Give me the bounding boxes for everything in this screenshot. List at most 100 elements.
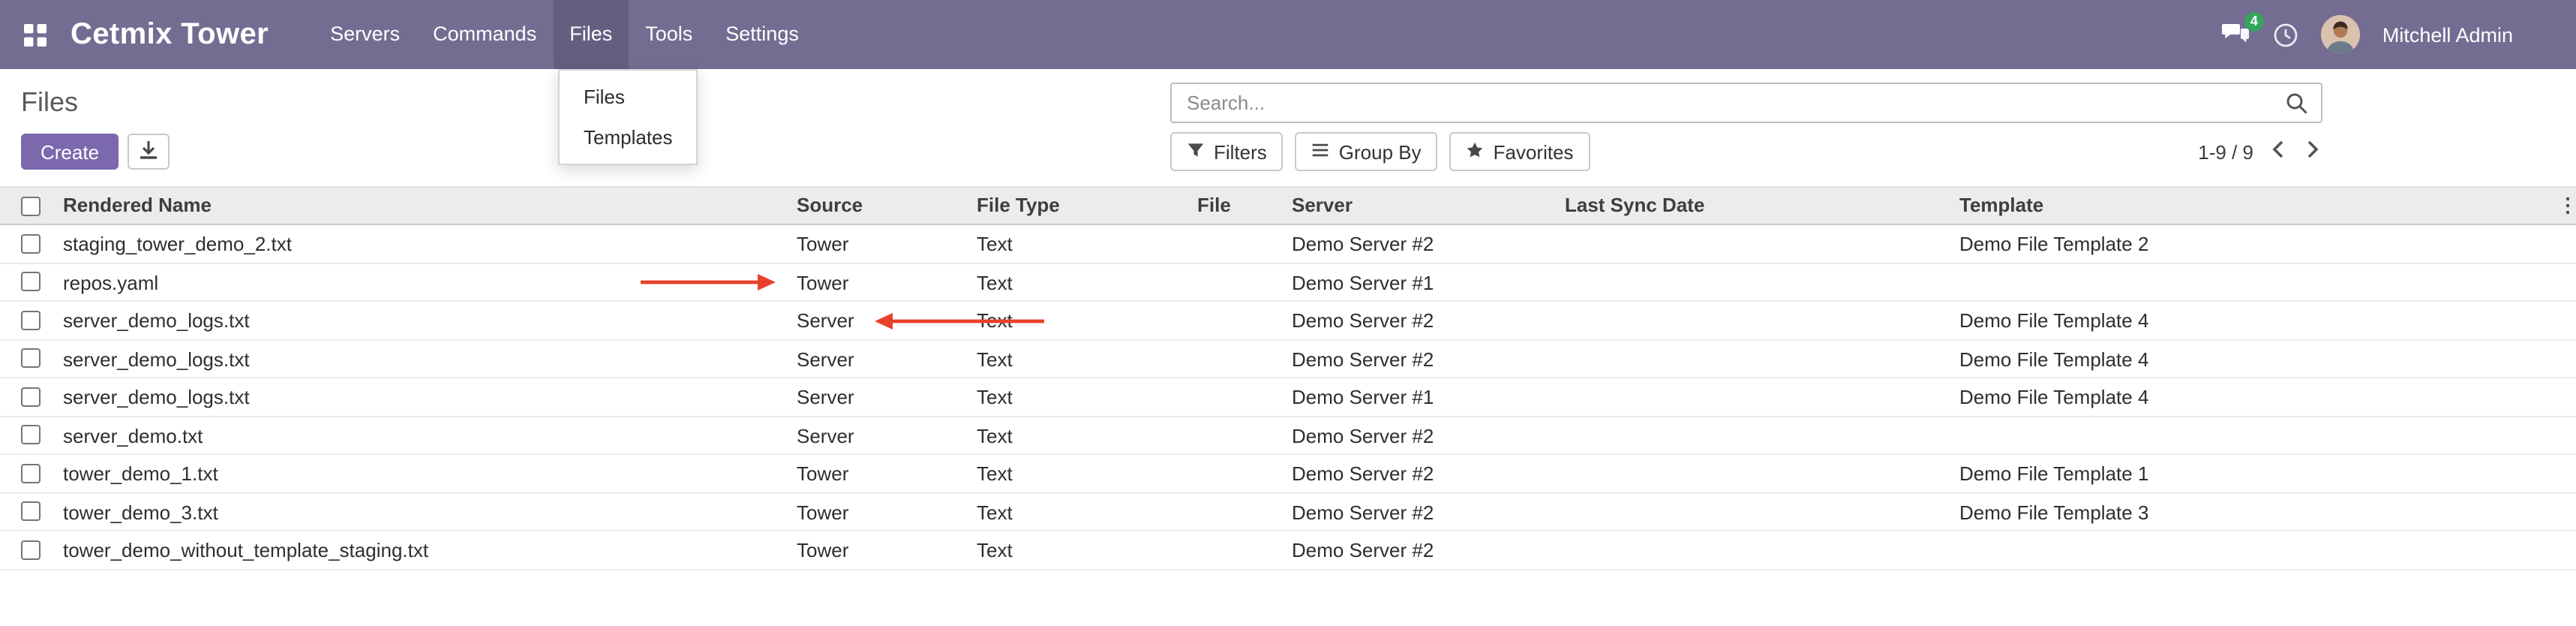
cell-last-sync-date [1559, 225, 1953, 262]
cell-source: Server [791, 302, 971, 339]
cell-file [1191, 531, 1286, 568]
menu-servers[interactable]: Servers [314, 0, 416, 69]
table-row[interactable]: tower_demo_1.txtTowerTextDemo Server #2D… [0, 455, 2576, 493]
download-icon [138, 139, 159, 164]
row-checkbox[interactable] [21, 272, 41, 292]
messages-badge: 4 [2244, 12, 2264, 32]
cell-source: Tower [791, 225, 971, 262]
row-checkbox[interactable] [21, 426, 41, 445]
brand-title[interactable]: Cetmix Tower [71, 17, 269, 52]
menu-files[interactable]: Files [553, 0, 629, 69]
col-header-rendered-name[interactable]: Rendered Name [57, 188, 791, 224]
table-row[interactable]: tower_demo_without_template_staging.txtT… [0, 531, 2576, 570]
col-header-file-type[interactable]: File Type [971, 188, 1191, 224]
row-checkbox[interactable] [21, 234, 41, 254]
user-name[interactable]: Mitchell Admin [2382, 23, 2513, 46]
cell-template: Demo File Template 4 [1953, 378, 2558, 415]
table-header: Rendered Name Source File Type File Serv… [0, 186, 2576, 225]
row-checkbox[interactable] [21, 387, 41, 407]
cell-file-type: Text [971, 340, 1191, 377]
menu-tools[interactable]: Tools [629, 0, 709, 69]
cell-server: Demo Server #2 [1286, 531, 1559, 568]
favorites-button[interactable]: Favorites [1450, 132, 1590, 171]
row-checkbox[interactable] [21, 311, 41, 330]
avatar[interactable] [2321, 15, 2360, 54]
row-checkbox[interactable] [21, 540, 41, 560]
row-end-spacer [2558, 263, 2576, 300]
cell-server: Demo Server #2 [1286, 455, 1559, 492]
row-checkbox[interactable] [21, 502, 41, 522]
cell-server: Demo Server #2 [1286, 417, 1559, 453]
pager-next-button[interactable] [2303, 137, 2322, 167]
cell-last-sync-date [1559, 417, 1953, 453]
control-panel-right: Filters Group By Favorites [1170, 83, 2322, 171]
cell-rendered-name: server_demo.txt [57, 417, 791, 453]
search-box [1170, 83, 2322, 123]
create-button[interactable]: Create [21, 134, 119, 170]
search-icon[interactable] [2285, 92, 2309, 123]
cell-server: Demo Server #2 [1286, 493, 1559, 530]
cell-rendered-name: tower_demo_without_template_staging.txt [57, 531, 791, 568]
cell-file-type: Text [971, 531, 1191, 568]
cell-rendered-name: server_demo_logs.txt [57, 302, 791, 339]
col-header-source[interactable]: Source [791, 188, 971, 224]
cell-source: Tower [791, 263, 971, 300]
table-row[interactable]: server_demo.txtServerTextDemo Server #2 [0, 417, 2576, 455]
messages-icon[interactable]: 4 [2220, 23, 2250, 47]
row-checkbox-cell [0, 340, 57, 377]
cell-file [1191, 455, 1286, 492]
activities-clock-icon[interactable] [2273, 22, 2298, 47]
group-by-button[interactable]: Group By [1296, 132, 1438, 171]
optional-columns-icon[interactable]: ⋮ [2558, 194, 2576, 216]
select-all-checkbox[interactable] [21, 196, 41, 215]
cell-server: Demo Server #2 [1286, 225, 1559, 262]
cell-file-type: Text [971, 378, 1191, 415]
cell-template [1953, 417, 2558, 453]
export-button[interactable] [128, 134, 170, 170]
cell-template: Demo File Template 2 [1953, 225, 2558, 262]
cell-template [1953, 263, 2558, 300]
control-panel: Files Create [0, 69, 2576, 186]
cell-file-type: Text [971, 493, 1191, 530]
dropdown-item-templates[interactable]: Templates [560, 117, 697, 158]
cell-server: Demo Server #1 [1286, 378, 1559, 415]
search-input[interactable] [1172, 84, 2321, 122]
menu-commands[interactable]: Commands [416, 0, 553, 69]
top-navbar: Cetmix Tower Servers Commands Files Tool… [0, 0, 2576, 69]
col-header-file[interactable]: File [1191, 188, 1286, 224]
pager: 1-9 / 9 [2198, 137, 2322, 167]
menu-settings[interactable]: Settings [709, 0, 815, 69]
table-row[interactable]: server_demo_logs.txtServerTextDemo Serve… [0, 340, 2576, 378]
cell-file [1191, 225, 1286, 262]
files-list-table: Rendered Name Source File Type File Serv… [0, 186, 2576, 570]
row-checkbox-cell [0, 531, 57, 568]
row-checkbox[interactable] [21, 464, 41, 483]
table-body: staging_tower_demo_2.txtTowerTextDemo Se… [0, 225, 2576, 570]
pager-previous-button[interactable] [2268, 137, 2288, 167]
filters-label: Filters [1214, 140, 1267, 163]
cell-file-type: Text [971, 302, 1191, 339]
cell-source: Tower [791, 531, 971, 568]
cell-last-sync-date [1559, 302, 1953, 339]
table-row[interactable]: server_demo_logs.txtServerTextDemo Serve… [0, 378, 2576, 417]
row-end-spacer [2558, 378, 2576, 415]
table-row[interactable]: tower_demo_3.txtTowerTextDemo Server #2D… [0, 493, 2576, 531]
dropdown-item-files[interactable]: Files [560, 77, 697, 117]
apps-grid-icon[interactable] [18, 17, 53, 52]
col-header-template[interactable]: Template [1953, 188, 2558, 224]
table-row[interactable]: server_demo_logs.txtServerTextDemo Serve… [0, 302, 2576, 340]
col-header-server[interactable]: Server [1286, 188, 1559, 224]
cell-last-sync-date [1559, 455, 1953, 492]
cell-file [1191, 417, 1286, 453]
row-end-spacer [2558, 493, 2576, 530]
cell-file [1191, 378, 1286, 415]
row-end-spacer [2558, 531, 2576, 568]
row-end-spacer [2558, 417, 2576, 453]
filters-button[interactable]: Filters [1170, 132, 1283, 171]
cell-template: Demo File Template 1 [1953, 455, 2558, 492]
row-checkbox[interactable] [21, 349, 41, 369]
table-row[interactable]: staging_tower_demo_2.txtTowerTextDemo Se… [0, 225, 2576, 263]
col-header-last-sync-date[interactable]: Last Sync Date [1559, 188, 1953, 224]
row-checkbox-cell [0, 455, 57, 492]
table-row[interactable]: repos.yamlTowerTextDemo Server #1 [0, 263, 2576, 302]
